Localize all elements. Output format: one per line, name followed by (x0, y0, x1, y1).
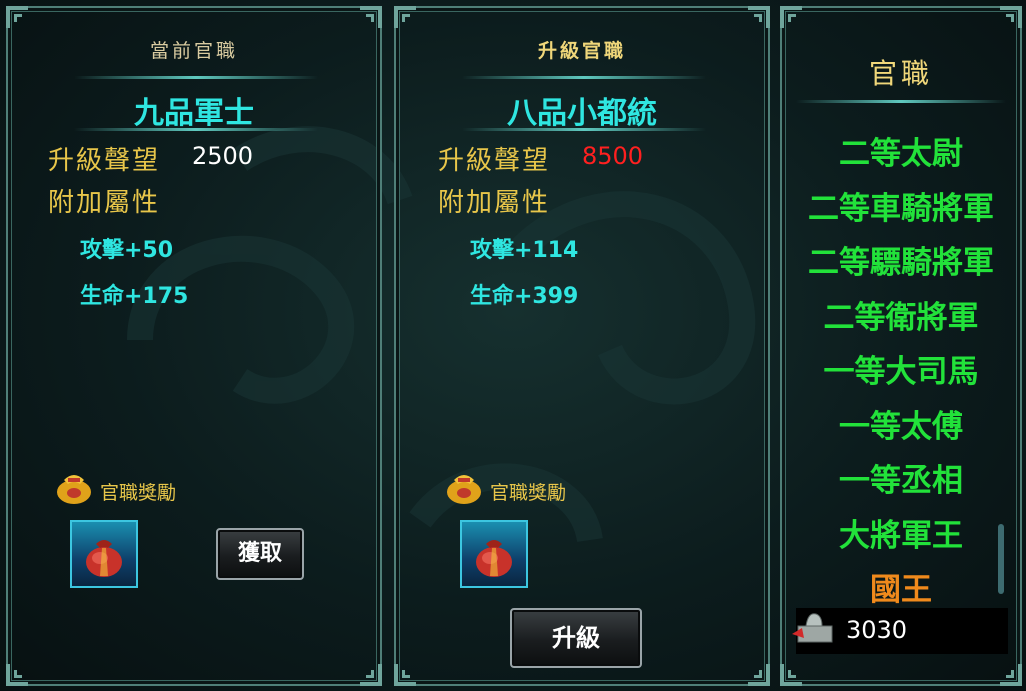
attribute-hp: 生命+399 (470, 284, 579, 309)
reward-label: 官職獎勵 (490, 482, 567, 504)
scrollbar[interactable] (998, 524, 1004, 594)
rank-list-item[interactable]: 二等驃騎將軍 (782, 237, 1020, 282)
reward-label: 官職獎勵 (100, 482, 177, 504)
money-bag-icon (57, 475, 91, 504)
money-bag-icon (447, 475, 481, 504)
panel-header: 當前官職 (149, 40, 238, 62)
corner-ornament (360, 664, 382, 686)
rank-list-item[interactable]: 二等太尉 (782, 128, 1020, 173)
divider (74, 76, 318, 79)
red-pouch-icon (476, 540, 512, 577)
corner-ornament (6, 664, 28, 686)
corner-ornament (6, 6, 28, 28)
claim-button[interactable]: 獲取 (216, 528, 304, 580)
currency-value: 3030 (846, 616, 908, 644)
upgrade-rank-panel: 升級官職 八品小都統 升級聲望 8500 附加屬性 攻擊+114 生命+399 … (394, 6, 770, 686)
next-rank-name: 八品小都統 (507, 96, 657, 131)
attribute-attack: 攻擊+114 (470, 238, 579, 263)
rank-list-item[interactable]: 二等車騎將軍 (782, 183, 1020, 228)
corner-ornament (748, 664, 770, 686)
attributes-label: 附加屬性 (438, 188, 551, 218)
corner-ornament (1000, 6, 1022, 28)
rank-list-panel: 官職 二等太尉二等車騎將軍 二等驃騎將軍 二等衛將軍一等大司馬一等太傅一等丞相大將軍… (780, 6, 1022, 686)
attribute-attack: 攻擊+50 (80, 238, 174, 263)
corner-ornament (394, 664, 416, 686)
corner-ornament (748, 6, 770, 28)
panel-header: 官職 (868, 57, 933, 90)
rank-list-item[interactable]: 國王 (782, 564, 1020, 609)
attribute-hp: 生命+175 (80, 284, 189, 309)
current-rank-panel: 當前官職 九品軍士 升級聲望 2500 附加屬性 攻擊+50 生命+175 官職… (6, 6, 382, 686)
corner-ornament (360, 6, 382, 28)
attributes-label: 附加屬性 (48, 188, 161, 218)
rank-list-item[interactable]: 一等太傅 (782, 401, 1020, 446)
rank-list-item[interactable]: 大將軍王 (782, 510, 1020, 555)
corner-ornament (780, 6, 802, 28)
divider (74, 128, 318, 131)
jade-seal-icon (792, 613, 833, 643)
prestige-value: 2500 (192, 142, 254, 170)
divider (462, 76, 706, 79)
reward-item-slot[interactable] (460, 520, 528, 588)
upgrade-button[interactable]: 升級 (510, 608, 642, 668)
corner-ornament (780, 664, 802, 686)
prestige-label: 升級聲望 (438, 146, 551, 176)
reward-item-slot[interactable] (70, 520, 138, 588)
divider (462, 128, 706, 131)
current-rank-name: 九品軍士 (134, 96, 254, 131)
prestige-label: 升級聲望 (48, 146, 161, 176)
prestige-value: 8500 (582, 142, 644, 170)
panel-header: 升級官職 (537, 40, 626, 62)
rank-list-item[interactable]: 二等衛將軍 (782, 292, 1020, 337)
rank-list-item[interactable]: 一等丞相 (782, 455, 1020, 500)
currency-bar: 3030 (792, 608, 1008, 654)
divider (796, 100, 1006, 103)
rank-list-item[interactable]: 一等大司馬 (782, 346, 1020, 391)
corner-ornament (394, 6, 416, 28)
red-pouch-icon (86, 540, 122, 577)
corner-ornament (1000, 664, 1022, 686)
